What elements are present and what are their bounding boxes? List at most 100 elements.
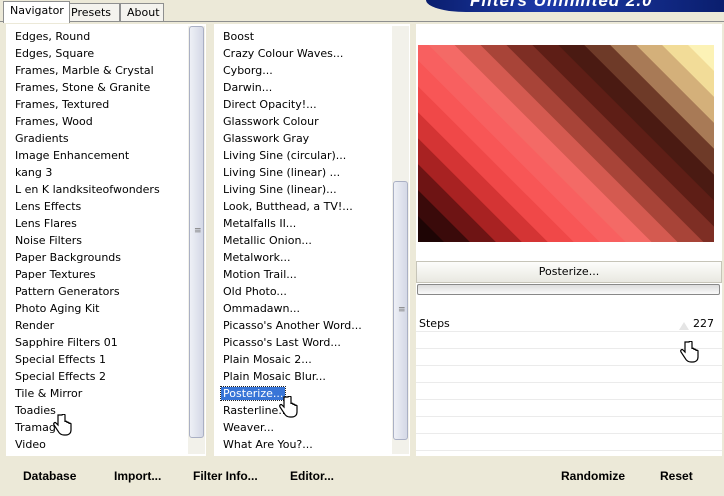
category-item[interactable]: Noise Filters [6, 232, 206, 249]
slider-thumb-icon[interactable] [679, 322, 689, 330]
param-row-empty [416, 417, 722, 434]
category-item[interactable]: Render [6, 317, 206, 334]
category-item[interactable]: Lens Effects [6, 198, 206, 215]
filter-item[interactable]: Crazy Colour Waves... [214, 45, 410, 62]
filter-item[interactable]: Glasswork Gray [214, 130, 410, 147]
category-item[interactable]: kang 3 [6, 164, 206, 181]
filter-item[interactable]: Living Sine (circular)... [214, 147, 410, 164]
filter-item-label: Metalwork... [223, 251, 291, 264]
scroll-grip-icon: ≡ [398, 305, 406, 315]
filter-item[interactable]: Look, Butthead, a TV!... [214, 198, 410, 215]
param-row-empty [416, 400, 722, 417]
filter-item-label: Plain Mosaic 2... [223, 353, 312, 366]
filter-item-label: Motion Trail... [223, 268, 297, 281]
tab-navigator[interactable]: Navigator [3, 1, 70, 23]
category-item[interactable]: Frames, Marble & Crystal [6, 62, 206, 79]
filter-item[interactable]: Living Sine (linear)... [214, 181, 410, 198]
param-row-empty [416, 383, 722, 400]
category-items: Edges, Round Edges, Square Frames, Marble … [6, 24, 206, 453]
category-item[interactable]: Special Effects 2 [6, 368, 206, 385]
filter-item[interactable]: Metalfalls II... [214, 215, 410, 232]
category-item[interactable]: Special Effects 1 [6, 351, 206, 368]
category-item[interactable]: Edges, Round [6, 28, 206, 45]
category-item[interactable]: Video [6, 436, 206, 453]
filter-item-label: Darwin... [223, 81, 273, 94]
filter-item[interactable]: Weaver... [214, 419, 410, 436]
category-item[interactable]: Toadies [6, 402, 206, 419]
category-item[interactable]: Paper Textures [6, 266, 206, 283]
category-item[interactable]: Gradients [6, 130, 206, 147]
filter-info-button[interactable]: Filter Info... [193, 467, 258, 485]
filter-item[interactable]: Ommadawn... [214, 300, 410, 317]
param-row-empty [416, 366, 722, 383]
filter-item[interactable]: Living Sine (linear) ... [214, 164, 410, 181]
filter-item[interactable]: Metalwork... [214, 249, 410, 266]
randomize-button[interactable]: Randomize [561, 467, 625, 485]
filter-item[interactable]: Plain Mosaic Blur... [214, 368, 410, 385]
preview-image [418, 45, 714, 242]
filter-item[interactable]: Picasso's Another Word... [214, 317, 410, 334]
category-scroll-thumb[interactable]: ≡ [189, 26, 204, 438]
filter-item-label: Direct Opacity!... [223, 98, 317, 111]
filter-item-label: Posterize... [219, 386, 287, 401]
category-item[interactable]: Frames, Textured [6, 96, 206, 113]
param-row-empty [416, 349, 722, 366]
filter-item[interactable]: What Are You?... [214, 436, 410, 453]
editor-button[interactable]: Editor... [290, 467, 334, 485]
category-item[interactable]: L en K landksiteofwonders [6, 181, 206, 198]
filter-item[interactable]: Glasswork Colour [214, 113, 410, 130]
filter-item-label: Glasswork Colour [223, 115, 319, 128]
filter-item[interactable]: Rasterline... [214, 402, 410, 419]
category-item[interactable]: Pattern Generators [6, 283, 206, 300]
filter-name-button[interactable]: Posterize... [416, 261, 722, 283]
category-item[interactable]: Tramages [6, 419, 206, 436]
filter-item[interactable]: Posterize... [214, 385, 410, 402]
param-row-empty [416, 332, 722, 349]
progress-bar [417, 284, 720, 295]
filter-scrollbar[interactable]: ≡ [392, 26, 409, 454]
category-item[interactable]: Edges, Square [6, 45, 206, 62]
database-button[interactable]: Database [23, 467, 76, 485]
filter-item[interactable]: Old Photo... [214, 283, 410, 300]
import-button[interactable]: Import... [114, 467, 161, 485]
hand-cursor-icon [680, 341, 699, 363]
category-item[interactable]: Sapphire Filters 01 [6, 334, 206, 351]
scroll-grip-icon: ≡ [194, 226, 202, 236]
filter-item[interactable]: Direct Opacity!... [214, 96, 410, 113]
filter-item-label: Picasso's Last Word... [223, 336, 341, 349]
filter-item-label: Cyborg... [223, 64, 273, 77]
filter-item[interactable]: Darwin... [214, 79, 410, 96]
filter-item[interactable]: Cyborg... [214, 62, 410, 79]
category-item[interactable]: Frames, Wood [6, 113, 206, 130]
app-title: Filters Unlimited 2.0 [470, 0, 653, 10]
tab-presets[interactable]: Presets [64, 3, 120, 21]
filter-item[interactable]: Boost [214, 28, 410, 45]
tab-about[interactable]: About [120, 3, 164, 21]
filter-item-label: What Are You?... [223, 438, 313, 451]
filter-item-label: Old Photo... [223, 285, 287, 298]
filter-scroll-thumb[interactable]: ≡ [393, 181, 408, 440]
category-item[interactable]: Photo Aging Kit [6, 300, 206, 317]
filter-item[interactable]: Metallic Onion... [214, 232, 410, 249]
filter-item[interactable]: Picasso's Last Word... [214, 334, 410, 351]
filter-item-label: Ommadawn... [223, 302, 301, 315]
filter-item[interactable]: Motion Trail... [214, 266, 410, 283]
category-item[interactable]: Paper Backgrounds [6, 249, 206, 266]
filter-item-label: Plain Mosaic Blur... [223, 370, 326, 383]
category-item[interactable]: Tile & Mirror [6, 385, 206, 402]
filter-list[interactable]: Boost Crazy Colour Waves... Cyborg... Darwi… [214, 24, 410, 456]
filter-item-label: Metallic Onion... [223, 234, 312, 247]
param-row-empty [416, 434, 722, 451]
filter-item-label: Boost [223, 30, 255, 43]
bottom-toolbar-right: Randomize Reset [416, 460, 722, 494]
filter-item-label: Living Sine (linear) ... [223, 166, 341, 179]
param-row-steps[interactable]: Steps 227 [416, 315, 722, 332]
category-item[interactable]: Frames, Stone & Granite [6, 79, 206, 96]
category-scrollbar[interactable]: ≡ [188, 26, 205, 454]
category-list[interactable]: Edges, Round Edges, Square Frames, Marble … [6, 24, 206, 456]
filter-item[interactable]: Plain Mosaic 2... [214, 351, 410, 368]
category-item[interactable]: Image Enhancement [6, 147, 206, 164]
category-item[interactable]: Lens Flares [6, 215, 206, 232]
hand-cursor-icon [53, 414, 72, 436]
reset-button[interactable]: Reset [660, 467, 693, 485]
